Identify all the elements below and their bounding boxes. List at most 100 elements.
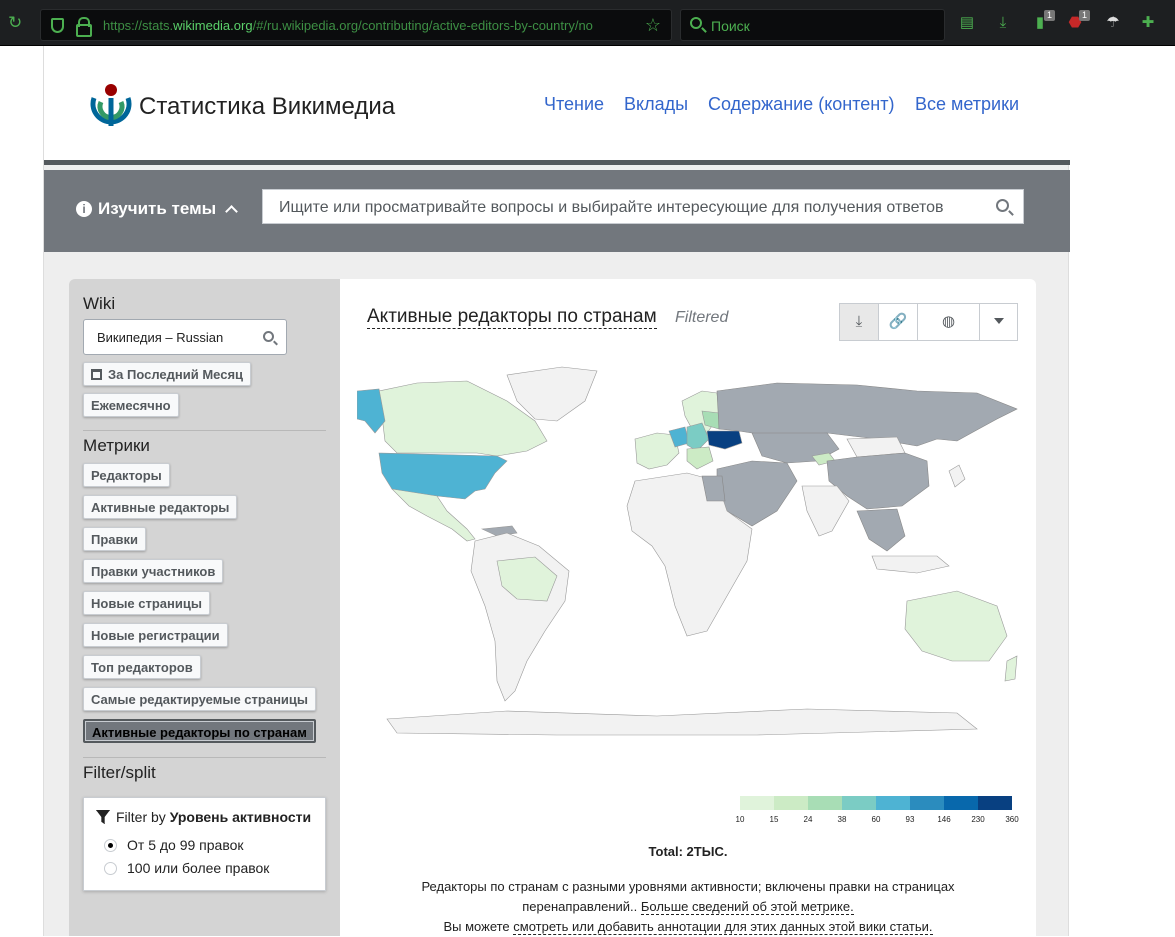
tracking-protection-icon[interactable] — [51, 18, 64, 33]
metrics-heading: Метрики — [83, 436, 150, 455]
nav-reading[interactable]: Чтение — [544, 94, 604, 115]
legend-label: 93 — [905, 815, 915, 824]
metric-title[interactable]: Активные редакторы по странам — [367, 306, 657, 329]
explore-topics-toggle[interactable]: i Изучить темы — [76, 199, 238, 219]
address-bar[interactable]: https://stats.wikimedia.org/#/ru.wikiped… — [40, 9, 672, 41]
radio-unselected[interactable] — [104, 862, 117, 875]
metric-active-editors[interactable]: Активные редакторы — [83, 495, 238, 519]
browser-search-input[interactable]: Поиск — [680, 9, 945, 41]
filter-option-5-99[interactable]: От 5 до 99 правок — [104, 837, 244, 853]
nav-content[interactable]: Содержание (контент) — [708, 94, 894, 115]
world-choropleth-map[interactable] — [357, 361, 1019, 743]
metric-top-editors[interactable]: Топ редакторов — [83, 655, 201, 679]
chart-type-dropdown[interactable] — [980, 304, 1018, 340]
legend-swatch — [808, 796, 842, 810]
more-info-link[interactable]: Больше сведений об этой метрике. — [640, 899, 854, 915]
legend-swatch — [910, 796, 944, 810]
legend-label: 38 — [837, 815, 847, 824]
legend-swatch — [978, 796, 1012, 810]
granularity-button[interactable]: Ежемесячно — [83, 393, 179, 417]
calendar-icon — [91, 369, 102, 380]
nav-all-metrics[interactable]: Все метрики — [915, 94, 1019, 115]
legend-swatch — [944, 796, 978, 810]
metric-user-edits[interactable]: Правки участников — [83, 559, 224, 583]
legend-swatch — [876, 796, 910, 810]
info-icon: i — [76, 201, 92, 217]
annotations-link[interactable]: смотреть или добавить аннотации для этих… — [513, 919, 933, 935]
legend-label: 360 — [1005, 815, 1019, 824]
metric-card: Активные редакторы по странам Filtered ⤓… — [340, 279, 1036, 936]
reader-view-icon[interactable]: ▤ — [958, 14, 976, 32]
url-text[interactable]: https://stats.wikimedia.org/#/ru.wikiped… — [103, 18, 643, 33]
time-range-label: За Последний Месяц — [108, 367, 244, 382]
metric-editors[interactable]: Редакторы — [83, 463, 170, 487]
legend-label: 60 — [871, 815, 881, 824]
search-icon — [263, 331, 274, 342]
metric-active-editors-by-country[interactable]: Активные редакторы по странам — [83, 719, 316, 743]
reload-icon[interactable]: ↻ — [8, 14, 26, 32]
site-header: Статистика Викимедиа Чтение Вклады Содер… — [44, 46, 1070, 165]
filter-panel: Filter by Уровень активности От 5 до 99 … — [83, 797, 326, 891]
chart-toolbar: ⤓ 🔗 ◍ — [839, 303, 1018, 341]
explore-topics-label: Изучить темы — [98, 199, 217, 218]
search-icon — [690, 17, 702, 29]
wiki-heading: Wiki — [83, 294, 116, 313]
legend-swatch — [740, 796, 774, 810]
browser-search-placeholder: Поиск — [711, 18, 750, 34]
topic-search-placeholder: Ищите или просматривайте вопросы и выбир… — [279, 199, 944, 216]
filter-dimension: Уровень активности — [169, 809, 312, 825]
filter-split-heading: Filter/split — [83, 763, 156, 782]
legend-label: 146 — [937, 815, 951, 824]
bookmark-star-icon[interactable]: ☆ — [645, 15, 661, 36]
wiki-selector[interactable]: Википедия – Russian — [83, 319, 287, 355]
lock-icon[interactable] — [76, 17, 92, 37]
legend-label: 10 — [735, 815, 745, 824]
umbrella-icon[interactable]: ☂ — [1104, 14, 1122, 32]
metric-new-pages[interactable]: Новые страницы — [83, 591, 210, 615]
topic-explorer: i Изучить темы Ищите или просматривайте в… — [44, 170, 1070, 252]
page: Статистика Викимедиа Чтение Вклады Содер… — [43, 46, 1070, 936]
extension-icon[interactable]: ▮ 1 — [1031, 10, 1055, 32]
description-text: перенаправлений.. — [522, 899, 641, 914]
ublock-badge: 1 — [1078, 10, 1090, 21]
metric-edits[interactable]: Правки — [83, 527, 147, 551]
search-icon — [996, 199, 1009, 212]
browser-toolbar: ↻ https://stats.wikimedia.org/#/ru.wikip… — [0, 0, 1175, 46]
legend-label: 24 — [803, 815, 813, 824]
download-icon[interactable]: ⤓ — [840, 304, 879, 340]
site-brand[interactable]: Статистика Викимедиа — [139, 93, 395, 121]
metrics-sidebar: Wiki Википедия – Russian За Последний Ме… — [69, 279, 340, 936]
legend-swatch — [842, 796, 876, 810]
metric-description: Редакторы по странам с разными уровнями … — [340, 877, 1036, 937]
extension-badge: 1 — [1043, 10, 1055, 21]
caret-down-icon — [994, 318, 1004, 324]
legend-swatch — [774, 796, 808, 810]
description-text: Вы можете — [443, 919, 514, 934]
time-range-button[interactable]: За Последний Месяц — [83, 362, 252, 386]
metric-new-registrations[interactable]: Новые регистрации — [83, 623, 228, 647]
metric-most-edited-pages[interactable]: Самые редактируемые страницы — [83, 687, 317, 711]
nav-contributing[interactable]: Вклады — [624, 94, 688, 115]
wikimedia-logo-icon[interactable] — [90, 84, 132, 128]
filter-by-prefix: Filter by — [116, 809, 166, 825]
description-line-2: перенаправлений.. Больше сведений об это… — [340, 897, 1036, 917]
divider — [83, 430, 326, 431]
download-icon[interactable]: ⤓ — [994, 14, 1012, 32]
filter-option-100-plus[interactable]: 100 или более правок — [104, 860, 269, 876]
topic-search-input[interactable]: Ищите или просматривайте вопросы и выбир… — [262, 189, 1024, 224]
chevron-up-icon — [225, 205, 238, 218]
description-line-1: Редакторы по странам с разными уровнями … — [421, 879, 955, 894]
filter-option-label: 100 или более правок — [127, 860, 270, 876]
wiki-selector-value: Википедия – Russian — [97, 330, 224, 345]
description-line-3: Вы можете смотреть или добавить аннотаци… — [340, 917, 1036, 937]
filter-option-label: От 5 до 99 правок — [127, 837, 244, 853]
ublock-icon[interactable]: ⬣ 1 — [1066, 10, 1090, 32]
filtered-label: Filtered — [675, 309, 729, 326]
globe-icon[interactable]: ◍ — [918, 304, 980, 340]
radio-selected[interactable] — [104, 839, 117, 852]
puzzle-icon[interactable]: ✚ — [1139, 14, 1157, 32]
filter-title: Filter by Уровень активности — [96, 809, 311, 825]
filter-icon — [96, 810, 110, 824]
divider — [83, 757, 326, 758]
link-icon[interactable]: 🔗 — [879, 304, 918, 340]
